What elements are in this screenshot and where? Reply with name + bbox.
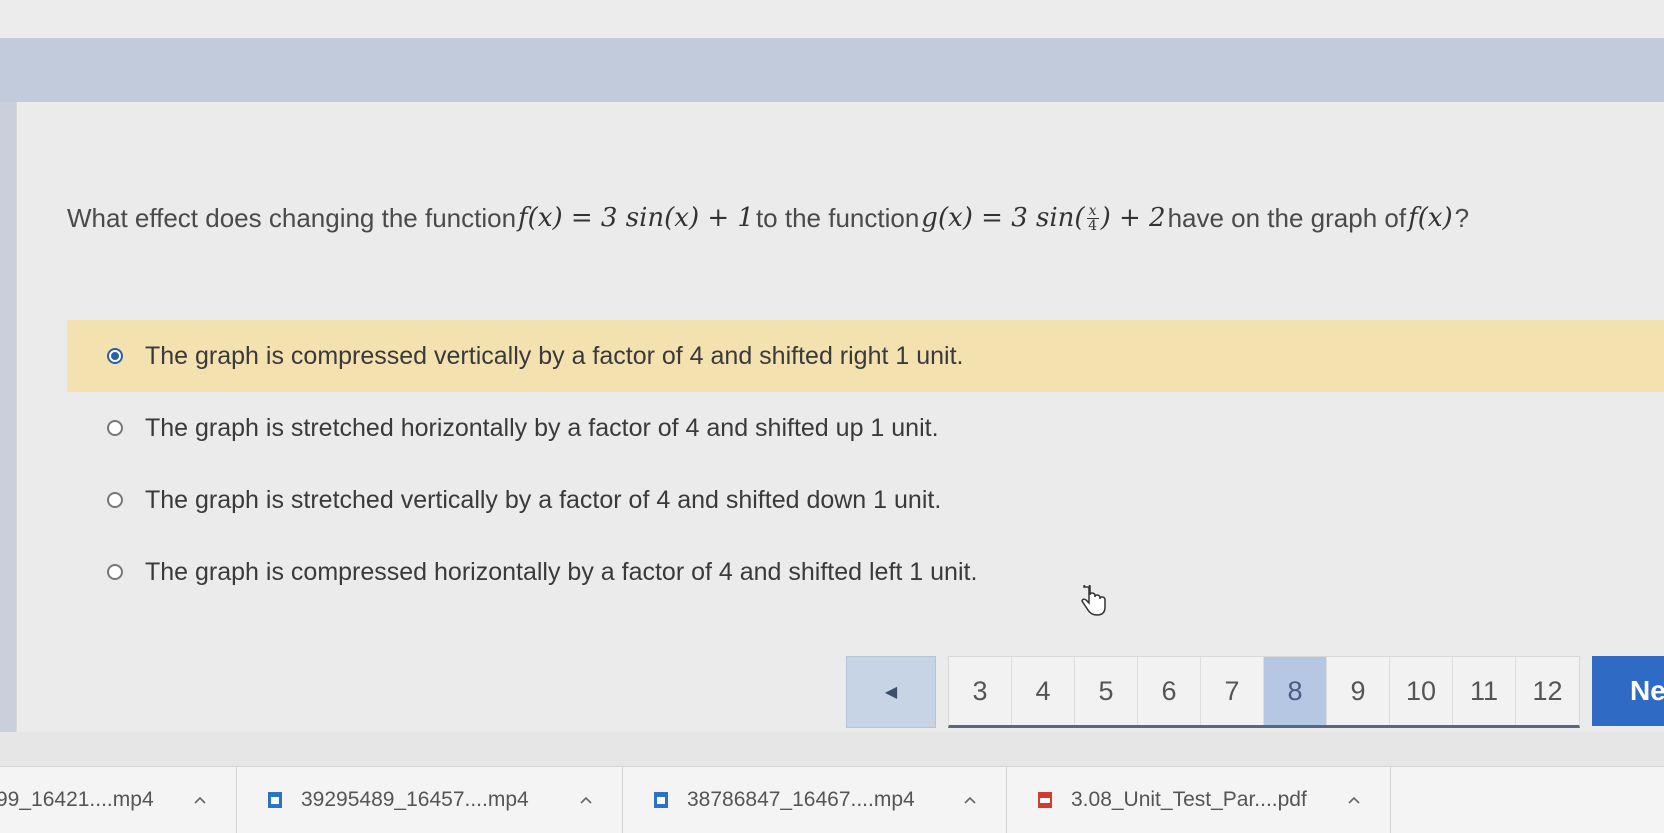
header-band xyxy=(0,38,1664,102)
browser-top-bar xyxy=(0,0,1664,38)
download-item-3[interactable]: 38786847_16467....mp4 xyxy=(623,767,1007,833)
answer-option-label: The graph is stretched vertically by a f… xyxy=(145,485,942,514)
download-filename: 39295489_16457....mp4 xyxy=(301,788,529,811)
fraction-numerator: x xyxy=(1088,203,1097,220)
question-text: What effect does changing the function f… xyxy=(67,198,1664,238)
page-button-4[interactable]: 4 xyxy=(1012,657,1075,725)
answer-option-4[interactable]: The graph is compressed horizontally by … xyxy=(67,536,1664,608)
download-item-2[interactable]: 39295489_16457....mp4 xyxy=(237,767,623,833)
question-card: What effect does changing the function f… xyxy=(16,102,1664,732)
download-item-4[interactable]: 3.08_Unit_Test_Par....pdf xyxy=(1007,767,1391,833)
radio-empty-icon[interactable] xyxy=(107,564,123,580)
next-button[interactable]: Ne xyxy=(1592,656,1664,726)
pdf-icon xyxy=(1038,792,1052,808)
page-number-list: 3 4 5 6 7 8 9 10 11 12 xyxy=(948,656,1580,728)
answer-option-3[interactable]: The graph is stretched vertically by a f… xyxy=(67,464,1664,536)
radio-empty-icon[interactable] xyxy=(107,420,123,436)
page-button-7[interactable]: 7 xyxy=(1201,657,1264,725)
previous-page-button[interactable]: ◀ xyxy=(846,656,936,728)
question-text-end: have on the graph of xyxy=(1167,202,1407,233)
chevron-up-icon[interactable] xyxy=(964,795,976,805)
radio-empty-icon[interactable] xyxy=(107,492,123,508)
downloads-bar: 99_16421....mp4 39295489_16457....mp4 38… xyxy=(0,766,1664,833)
download-filename: 38786847_16467....mp4 xyxy=(687,788,915,811)
download-filename: 3.08_Unit_Test_Par....pdf xyxy=(1071,788,1307,811)
download-item-1[interactable]: 99_16421....mp4 xyxy=(0,767,237,833)
function-g-definition: g(x) = 3 sin(x 4) + 2 xyxy=(921,203,1165,234)
triangle-left-icon: ◀ xyxy=(884,684,898,701)
fraction-denominator: 4 xyxy=(1088,218,1098,235)
answer-option-label: The graph is stretched horizontally by a… xyxy=(145,413,939,442)
page-button-8-current[interactable]: 8 xyxy=(1264,657,1327,725)
radio-selected-icon[interactable] xyxy=(107,348,123,364)
question-text-start: What effect does changing the function xyxy=(67,202,517,233)
page-button-6[interactable]: 6 xyxy=(1138,657,1201,725)
page-button-10[interactable]: 10 xyxy=(1390,657,1453,725)
chevron-up-icon[interactable] xyxy=(1348,795,1360,805)
question-pager: ◀ 3 4 5 6 7 8 9 10 11 12 Ne xyxy=(846,656,1664,728)
function-f-definition: f(x) = 3 sin(x) + 1 xyxy=(518,203,754,233)
answer-option-2[interactable]: The graph is stretched horizontally by a… xyxy=(67,392,1664,464)
download-filename: 99_16421....mp4 xyxy=(0,788,154,811)
question-text-mid: to the function xyxy=(755,202,920,233)
question-mark: ? xyxy=(1454,202,1470,233)
function-g-prefix: g(x) = 3 sin( xyxy=(921,202,1085,233)
answer-option-1[interactable]: The graph is compressed vertically by a … xyxy=(67,320,1664,392)
chevron-up-icon[interactable] xyxy=(580,795,592,805)
page-button-12[interactable]: 12 xyxy=(1516,657,1579,725)
left-gutter xyxy=(0,102,16,732)
function-f-reference: f(x) xyxy=(1408,203,1453,233)
page-button-9[interactable]: 9 xyxy=(1327,657,1390,725)
fraction-x-over-4: x4 xyxy=(1086,203,1099,235)
page-button-5[interactable]: 5 xyxy=(1075,657,1138,725)
file-icon xyxy=(268,792,282,808)
page-button-11[interactable]: 11 xyxy=(1453,657,1516,725)
page-button-3[interactable]: 3 xyxy=(949,657,1012,725)
answer-option-label: The graph is compressed horizontally by … xyxy=(145,557,978,586)
hand-cursor-icon xyxy=(1081,585,1106,616)
answer-option-label: The graph is compressed vertically by a … xyxy=(145,341,964,370)
answer-options: The graph is compressed vertically by a … xyxy=(67,320,1664,608)
function-g-suffix: ) + 2 xyxy=(1100,202,1166,233)
chevron-up-icon[interactable] xyxy=(194,795,206,805)
file-icon xyxy=(654,792,668,808)
